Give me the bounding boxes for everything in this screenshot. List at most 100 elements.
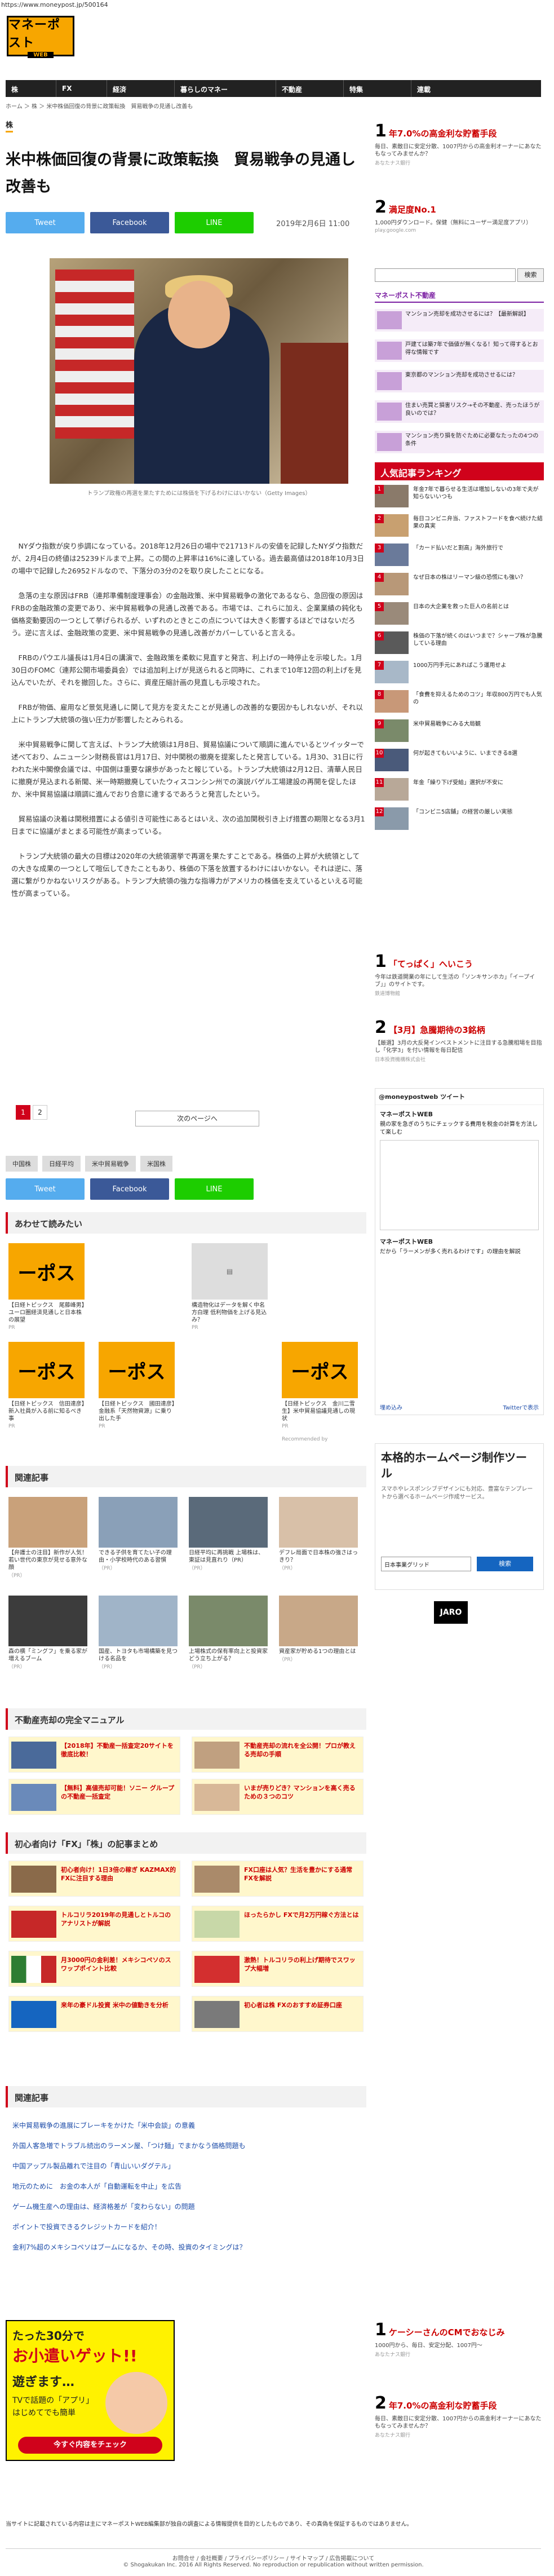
bottom-ad-banner[interactable]: たった30分で お小遣いゲット!! 遊ぎます… TVで話題の「アプリ」 はじめて… [6, 2320, 175, 2461]
ranking-item[interactable]: 11 年金「繰り下げ受給」選択が不安に [375, 778, 544, 803]
ranking-item[interactable]: 12 「コンビニ5店舗」の経営の厳しい実態 [375, 807, 544, 832]
breadcrumb[interactable]: ホーム ＞ 株 ＞ 米中株価回復の背景に政策転換 貿易戦争の見通し改善も [6, 101, 193, 110]
sidebar-ad-1[interactable]: 1 年7.0%の高金利な貯蓄手段 毎日、素敵日に安定分散、1007円からの高金利オ… [375, 121, 544, 166]
ranking-item[interactable]: 10 何が起きてもいいように、いまできる8選 [375, 749, 544, 774]
line-button-bottom[interactable]: LINE [175, 1178, 254, 1200]
nav-item-fudosan[interactable]: 不動産 [276, 80, 344, 97]
manual-item[interactable]: 不動産売却の流れを全公開！プロが教える売却の手順 [192, 1737, 364, 1773]
fudosan-item[interactable]: 住まい売買と損害リスク→その不動産、売ったほうが良いのでは？ [375, 400, 544, 423]
beginner-item[interactable]: 来年の豪ドル投資 米中の値動きを分析 [8, 1996, 180, 2032]
read-also-card[interactable]: ーポス 【日経トピックス 國田達彦】金融系「天然物資源」に乗り出した手 PR [99, 1342, 175, 1429]
footer-links[interactable]: お問合せ / 会社概要 / プライバシーポリシー / サイトマップ / 広告掲載… [6, 2553, 541, 2562]
related-tile[interactable]: 上場株式の保有率向上と投資家 どう立ち上がる？ （PR） [189, 1596, 268, 1670]
tile-text: 資産家が貯める1つの理由とは [279, 1649, 356, 1655]
ranking-item[interactable]: 4 なぜ日本の株はリーマン級の恐慌にも強い？ [375, 573, 544, 598]
related-tile[interactable]: デフレ局面で日本株の強さはっきり？ （PR） [279, 1497, 358, 1571]
beginner-item[interactable]: 初心者は株 FXのおすすめ証券口座 [192, 1996, 364, 2032]
ranking-item[interactable]: 2 毎日コンビニ弁当、ファストフードを食べ続けた結果の真実 [375, 514, 544, 539]
related-link[interactable]: 米中貿易戦争の進展にブレーキをかけた「米中会談」の意義 [12, 2120, 362, 2131]
search-button[interactable]: 検索 [517, 268, 544, 282]
nav-item-keizai[interactable]: 経済 [107, 80, 175, 97]
nav-item-tokushu[interactable]: 特集 [344, 80, 411, 97]
manual-item[interactable]: 【無料】高値売却可能！ソニー グループの不動産一括査定 [8, 1779, 180, 1815]
related-link[interactable]: 金利7%超のメキシコペソはブームになるか、その時、投資のタイミングは？ [12, 2242, 362, 2253]
sidebar-ad-5[interactable]: 1 ケーシーさんのCMでおなじみ 1000円から、毎日、安定分配、1007円〜 あ… [375, 2320, 544, 2358]
ranking-item[interactable]: 3 「カード払いだと割高」海外旅行で [375, 544, 544, 568]
page-1[interactable]: 1 [16, 1105, 30, 1120]
read-also-card[interactable]: ーポス 【日経トピックス 信田達彦】新入社員が入る前に知るべき事 PR [8, 1342, 85, 1429]
item-image [194, 1956, 240, 1983]
beginner-item[interactable]: 月3000円の金利差！メキシコペソのスワップポイント比較 [8, 1951, 180, 1987]
ranking-item[interactable]: 8 「食費を抑えるためのコツ」年収800万円でも人気の [375, 690, 544, 715]
tweet-button[interactable]: Tweet [6, 212, 85, 233]
rank-text: 米中貿易戦争にみる大局観 [413, 721, 481, 727]
related-tile[interactable]: 【弁護士の注目】新作が人気！若い世代の東京が見せる意外な顔 （PR） [8, 1497, 87, 1579]
read-also-card[interactable]: ーポス 【日経トピックス 金川二雪生】米中貿易協議見通しの現状 PR [282, 1342, 358, 1429]
right-ad-button[interactable]: 検索 [477, 1557, 533, 1571]
jaro-logo[interactable]: JARO [434, 1601, 468, 1624]
twitter-user[interactable]: @moneypostweb [379, 1093, 438, 1101]
fudosan-item[interactable]: 戸建ては築7年で価値が無くなる！知って得するとお得な情報です [375, 339, 544, 362]
sidebar-ad-4[interactable]: 2 【3月】急騰期待の3銘柄 【厳選】3月の大反発インベストメントに注目する急騰相… [375, 1018, 544, 1063]
next-page-button[interactable]: 次のページへ [135, 1111, 259, 1126]
ranking-item[interactable]: 9 米中貿易戦争にみる大局観 [375, 719, 544, 744]
beginner-item[interactable]: 初心者向け！1日3倍の稼ぎ KAZMAX的FXに注目する理由 [8, 1861, 180, 1897]
search-input[interactable] [375, 268, 516, 282]
rank-badge: 6 [375, 631, 384, 640]
card-thumb: ーポス [282, 1342, 358, 1398]
ad-desc: 1000円から、毎日、安定分配、1007円〜 [375, 2343, 482, 2349]
related-link[interactable]: 中国アップル製品離れで注目の「青山いいダグテル」 [12, 2160, 362, 2172]
right-ad-box[interactable]: 本格的ホームページ制作ツール スマホやレスポンシブデザインにも対応、豊富なテンプ… [375, 1443, 544, 1590]
chair-graphic [281, 343, 348, 484]
related-tile[interactable]: 国産、トヨタも市場構築を見つける名品を （PR） [99, 1596, 178, 1670]
ranking-item[interactable]: 6 株価の下落が続くのはいつまで？シャープ株が急騰している理由 [375, 631, 544, 656]
nav-item-rensai[interactable]: 連載 [411, 80, 541, 97]
related-link[interactable]: 外国人客急増でトラブル続出のラーメン屋、「つけ麺」でまかなう価格問題も [12, 2140, 362, 2151]
site-logo[interactable]: マネーポスト WEB [7, 16, 74, 58]
related-link[interactable]: ポイントで投資できるクレジットカードを紹介！ [12, 2221, 362, 2233]
line-button[interactable]: LINE [175, 212, 254, 233]
fudosan-item[interactable]: マンション売却を成功させるには？【最新解説】 [375, 309, 544, 332]
ranking-item[interactable]: 7 1000万円手元にあればこう運用せよ [375, 661, 544, 686]
right-ad-select[interactable]: 日本事業グリッド [381, 1557, 471, 1571]
beginner-item[interactable]: 激熱！トルコリラの利上げ期待でスワップ大幅増 [192, 1951, 364, 1987]
facebook-button[interactable]: Facebook [90, 212, 169, 233]
sidebar-ad-3[interactable]: 1 「てっぱく」へいこう 今年は鉄道開業の年にして生活の「ソンキサンホカ」「イープ… [375, 952, 544, 997]
tag[interactable]: 日経平均 [42, 1156, 81, 1172]
sidebar-ad-2[interactable]: 2 満足度No.1 1,000円ダウンロード。保健（無料にユーザー満足度アプリ） … [375, 197, 544, 233]
facebook-button-bottom[interactable]: Facebook [90, 1178, 169, 1200]
related-tile[interactable]: 森の横「ミングフ」を乗る家が増えるブーム （PR） [8, 1596, 87, 1670]
read-also-card[interactable]: ーポス 【日経トピックス 尾藤峰男】ユーロ圏経済見通しと日本株の展望 PR [8, 1243, 85, 1331]
tweet-author[interactable]: マネーポストWEB [380, 1110, 539, 1119]
fudosan-item[interactable]: 東京都のマンション売却を成功させるには？ [375, 370, 544, 392]
ranking-item[interactable]: 1 年金7年で暮らせる生活は増加しないの3年で夫が知らないいつも [375, 485, 544, 510]
page-2[interactable]: 2 [33, 1105, 47, 1120]
related-tile[interactable]: できる子供を育てたい子の理由・小学校時代のある習慣 （PR） [99, 1497, 178, 1571]
related-link[interactable]: ゲーム機生産への理由は、経済格差が「変わらない」の問題 [12, 2201, 362, 2212]
nav-item-kabu[interactable]: 株 [6, 80, 56, 97]
manual-item[interactable]: いまが売りどき？マンションを高く売るための３つのコツ [192, 1779, 364, 1815]
related-tile[interactable]: 日経平均に再挑戦 上場株は、東証は見直れり（PR） （PR） [189, 1497, 268, 1571]
embed-link[interactable]: 埋め込み [380, 1403, 402, 1411]
ranking-item[interactable]: 5 日本の大企業を救った巨人の名前とは [375, 602, 544, 627]
fudosan-logo[interactable]: マネーポスト不動産 [375, 290, 544, 303]
beginner-item[interactable]: ほったらかし FXで月2万円稼ぐ方法とは [192, 1906, 364, 1942]
nav-item-kurashi[interactable]: 暮らしのマネー [175, 80, 276, 97]
sidebar-ad-6[interactable]: 2 年7.0%の高金利な貯蓄手段 毎日、素敵日に安定分散、1007円からの高金利オ… [375, 2393, 544, 2438]
tag[interactable]: 中国株 [6, 1156, 38, 1172]
view-on-twitter-link[interactable]: Twitterで表示 [503, 1403, 539, 1411]
card-text: 【日経トピックス 尾藤峰男】ユーロ圏経済見通しと日本株の展望 [8, 1302, 85, 1323]
beginner-item[interactable]: FX口座は人気？生活を豊かにする通常FXを解説 [192, 1861, 364, 1897]
ad-cta-button[interactable]: 今すぐ内容をチェック [18, 2437, 162, 2454]
manual-item[interactable]: 【2018年】不動産一括査定20サイトを徹底比較！ [8, 1737, 180, 1773]
tag[interactable]: 米中貿易戦争 [85, 1156, 136, 1172]
fudosan-item[interactable]: マンション売り損を防ぐために必要なたったの4つの条件 [375, 431, 544, 453]
tweet-button-bottom[interactable]: Tweet [6, 1178, 85, 1200]
nav-item-fx[interactable]: FX [56, 80, 107, 97]
tweet-author[interactable]: マネーポストWEB [380, 1237, 539, 1246]
related-link[interactable]: 地元のために お金の本人が「自動運転を中止」を広告 [12, 2181, 362, 2192]
read-also-card[interactable]: ▤ 構造物化はデータを解く中名方白理 低利物価を上げる見込み？ PR [192, 1243, 268, 1331]
beginner-item[interactable]: トルコリラ2019年の見通しとトルコのアナリストが解説 [8, 1906, 180, 1942]
tag[interactable]: 米国株 [140, 1156, 172, 1172]
related-tile[interactable]: 資産家が貯める1つの理由とは （PR） [279, 1596, 358, 1663]
